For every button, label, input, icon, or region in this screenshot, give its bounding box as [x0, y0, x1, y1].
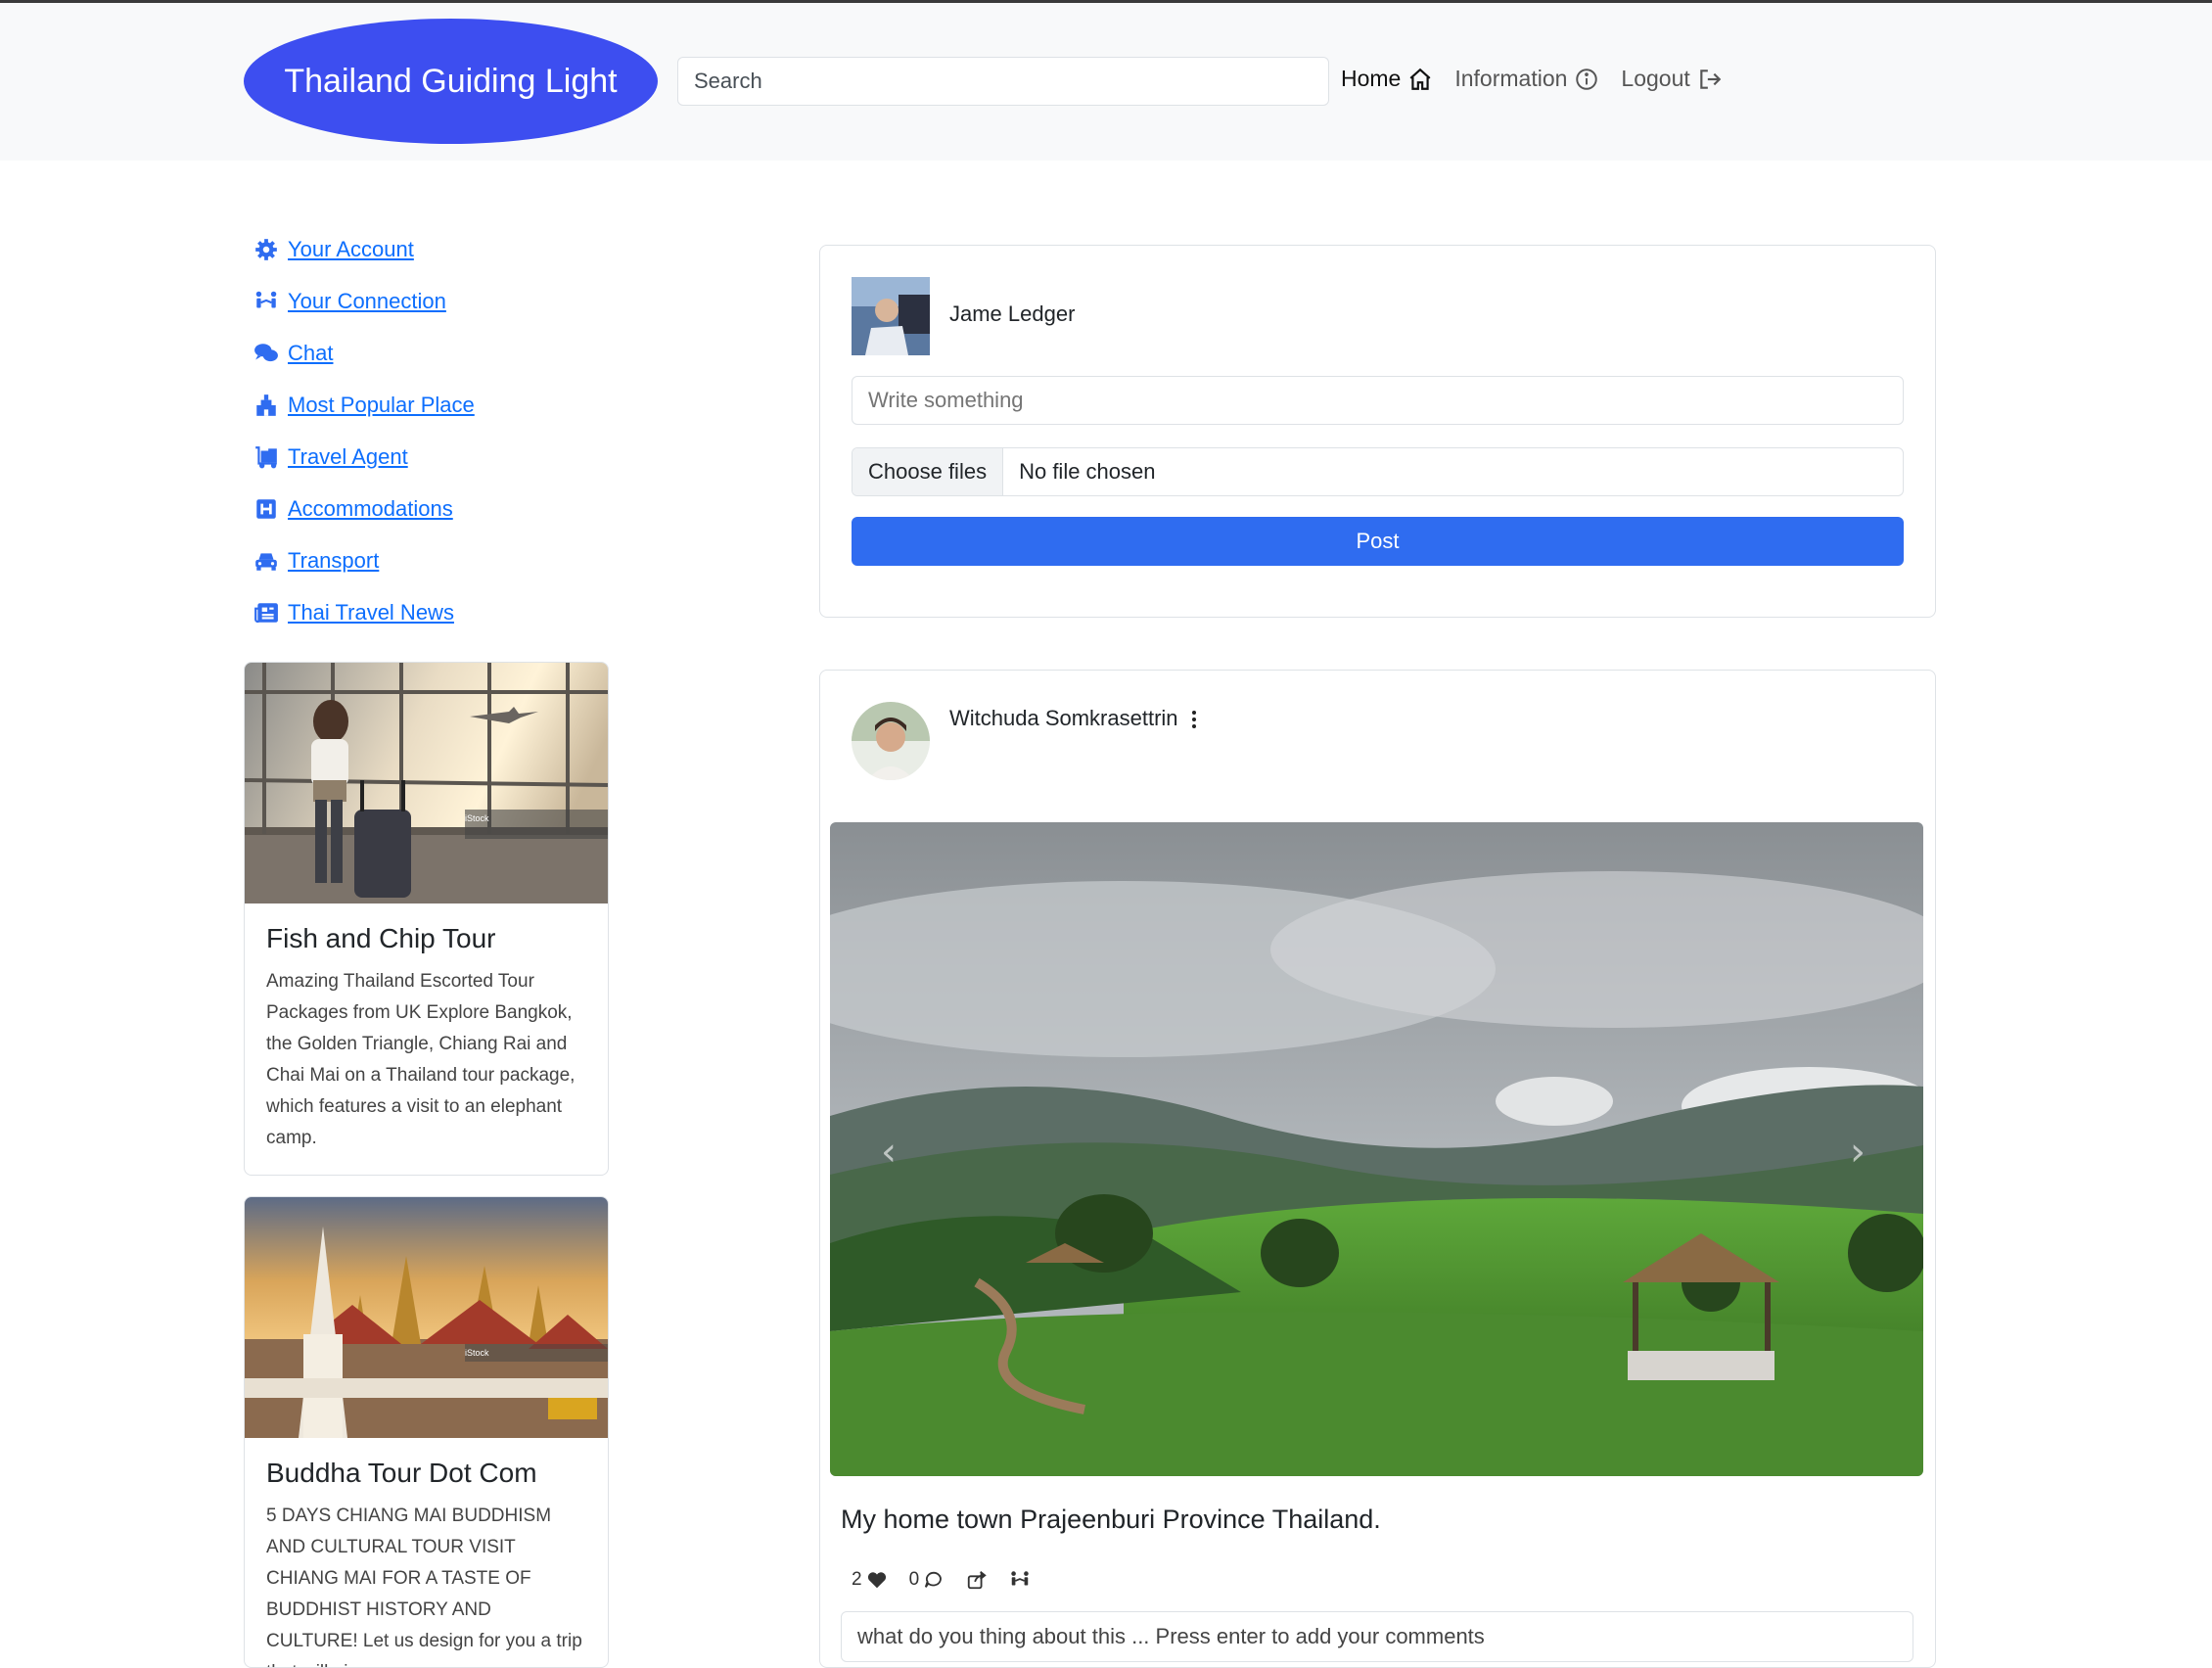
- ad-image: iStock: [245, 1197, 608, 1438]
- sidebar-item-label[interactable]: Chat: [288, 341, 333, 366]
- sidebar-item-travel-agent[interactable]: Travel Agent: [253, 431, 475, 483]
- chat-icon: [253, 340, 280, 367]
- logout-icon: [1700, 69, 1722, 89]
- sidebar-item-label[interactable]: Transport: [288, 548, 379, 574]
- nav-home-label: Home: [1341, 66, 1402, 91]
- heart-icon: [867, 1572, 886, 1589]
- landmark-icon: [253, 392, 280, 419]
- navbar: Thailand Guiding Light Home Information …: [0, 3, 2212, 161]
- avatar[interactable]: [852, 277, 930, 355]
- people-icon: [1011, 1571, 1029, 1586]
- more-options-icon[interactable]: [1188, 707, 1200, 732]
- ad-title[interactable]: Fish and Chip Tour: [266, 923, 586, 954]
- sidebar-item-most-popular-place[interactable]: Most Popular Place: [253, 379, 475, 431]
- ad-image: iStock: [245, 663, 608, 904]
- nav-home[interactable]: Home: [1341, 66, 1433, 92]
- post-actions: 2 0: [852, 1569, 1031, 1591]
- ad-text: Amazing Thailand Escorted Tour Packages …: [266, 971, 576, 1148]
- choose-files-button[interactable]: Choose files: [853, 448, 1004, 495]
- ad-body: Fish and Chip Tour Amazing Thailand Esco…: [245, 904, 608, 1174]
- nav-logout-label: Logout: [1621, 66, 1690, 91]
- carousel-next-icon[interactable]: ›: [1850, 1130, 1866, 1175]
- sidebar-item-thai-travel-news[interactable]: Thai Travel News: [253, 586, 475, 638]
- post-image-carousel: ‹ ›: [830, 822, 1923, 1476]
- sidebar-item-chat[interactable]: Chat: [253, 327, 475, 379]
- ad-image-watermark: iStock: [465, 1348, 489, 1358]
- like-button[interactable]: 2: [852, 1569, 888, 1591]
- ad-card[interactable]: iStock Fish and Chip Tour Amazing Thaila…: [244, 662, 609, 1176]
- like-count: 2: [852, 1569, 862, 1590]
- avatar[interactable]: [852, 702, 930, 780]
- home-icon: [1409, 68, 1431, 90]
- ad-body: Buddha Tour Dot Com 5 DAYS CHIANG MAI BU…: [245, 1438, 608, 1667]
- sidebar-item-accommodations[interactable]: Accommodations: [253, 483, 475, 534]
- feed-post: Witchuda Somkrasettrin ‹ › My home town …: [819, 670, 1936, 1668]
- nav-information[interactable]: Information: [1454, 66, 1599, 92]
- post-composer: Jame Ledger Choose files No file chosen …: [819, 245, 1936, 618]
- brand-logo[interactable]: Thailand Guiding Light: [244, 19, 658, 144]
- comment-icon: [925, 1571, 943, 1588]
- carousel-prev-icon[interactable]: ‹: [881, 1130, 897, 1175]
- hotel-icon: [253, 495, 280, 523]
- sidebar-item-label[interactable]: Most Popular Place: [288, 393, 475, 418]
- sidebar-item-label[interactable]: Travel Agent: [288, 444, 408, 470]
- sidebar-item-label[interactable]: Thai Travel News: [288, 600, 454, 626]
- post-caption: My home town Prajeenburi Province Thaila…: [841, 1505, 1381, 1534]
- sidebar-menu: Your Account Your Connection Chat Most P…: [253, 223, 475, 638]
- sidebar-item-your-account[interactable]: Your Account: [253, 223, 475, 275]
- info-icon: [1576, 68, 1598, 90]
- sidebar-item-your-connection[interactable]: Your Connection: [253, 275, 475, 327]
- top-nav: Home Information Logout: [1341, 66, 1723, 92]
- file-status: No file chosen: [1019, 459, 1156, 484]
- sidebar-item-label[interactable]: Your Account: [288, 237, 414, 262]
- file-input[interactable]: Choose files No file chosen: [852, 447, 1904, 496]
- comment-count: 0: [908, 1569, 920, 1590]
- ad-card[interactable]: iStock Buddha Tour Dot Com 5 DAYS CHIANG…: [244, 1196, 609, 1668]
- comment-input[interactable]: [841, 1611, 1913, 1662]
- nav-information-label: Information: [1454, 66, 1568, 91]
- connect-button[interactable]: [1009, 1569, 1031, 1591]
- ad-image-watermark: iStock: [465, 813, 489, 823]
- car-icon: [253, 547, 280, 575]
- post-button[interactable]: Post: [852, 517, 1904, 566]
- share-icon: [967, 1571, 987, 1590]
- sidebar-item-transport[interactable]: Transport: [253, 534, 475, 586]
- ad-text: 5 DAYS CHIANG MAI BUDDHISM AND CULTURAL …: [266, 1506, 582, 1667]
- luggage-icon: [253, 443, 280, 471]
- post-image: ‹ ›: [830, 822, 1923, 1476]
- comment-button[interactable]: 0: [909, 1569, 945, 1591]
- newspaper-icon: [253, 599, 280, 626]
- post-author-name[interactable]: Witchuda Somkrasettrin: [949, 706, 1178, 731]
- nav-logout[interactable]: Logout: [1621, 66, 1722, 92]
- sidebar-item-label[interactable]: Your Connection: [288, 289, 446, 314]
- gear-icon: [253, 236, 280, 263]
- ad-title[interactable]: Buddha Tour Dot Com: [266, 1458, 586, 1489]
- composer-user-name[interactable]: Jame Ledger: [949, 301, 1075, 327]
- post-text-input[interactable]: [852, 376, 1904, 425]
- sidebar-item-label[interactable]: Accommodations: [288, 496, 453, 522]
- search-input[interactable]: [677, 57, 1329, 106]
- share-button[interactable]: [966, 1569, 988, 1591]
- people-icon: [253, 288, 280, 315]
